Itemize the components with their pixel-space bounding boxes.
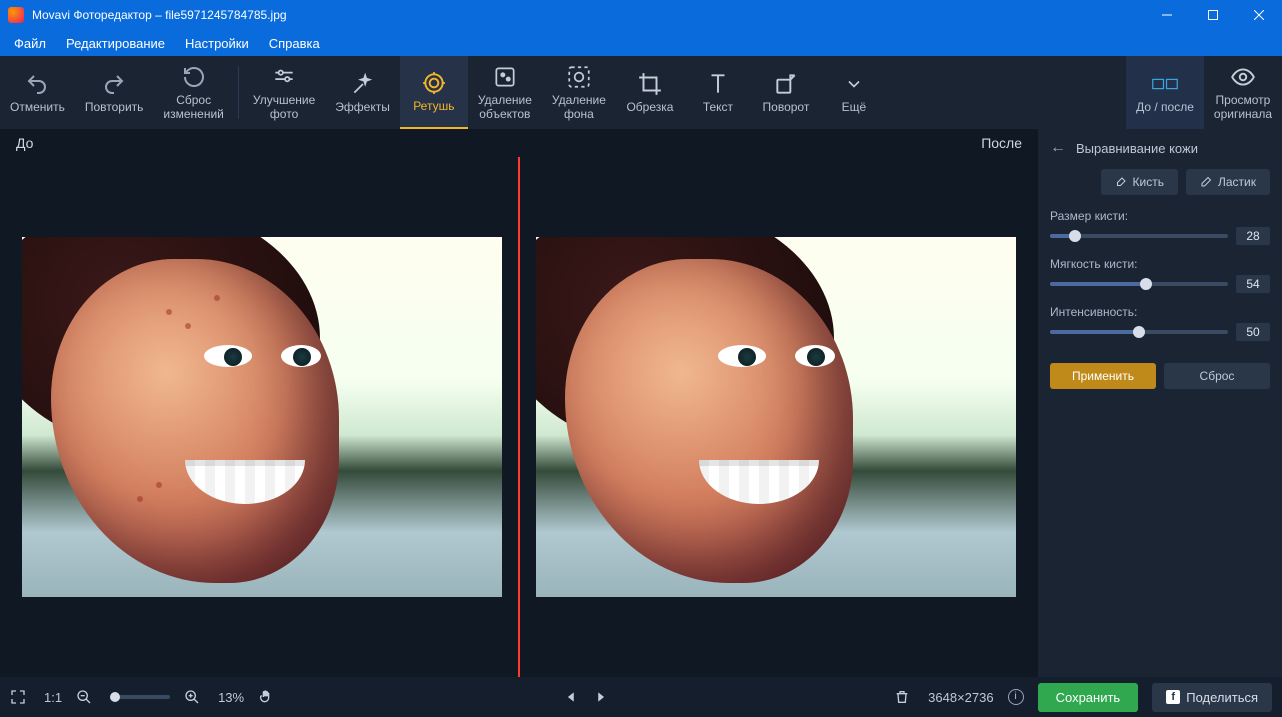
slider-track[interactable] — [1050, 282, 1228, 286]
side-panel: ← Выравнивание кожи Кисть Ластик Размер … — [1038, 129, 1282, 677]
text-icon — [705, 71, 731, 97]
nav-arrows — [565, 690, 607, 704]
chevron-down-icon — [841, 71, 867, 97]
rotate-button[interactable]: Поворот — [752, 56, 820, 129]
maximize-button[interactable] — [1190, 0, 1236, 30]
after-label: После — [981, 135, 1022, 151]
redo-button[interactable]: Повторить — [75, 56, 154, 129]
brush-icon — [1115, 176, 1127, 188]
slider-track[interactable] — [1050, 234, 1228, 238]
before-image — [22, 237, 502, 597]
undo-icon — [24, 71, 50, 97]
effects-button[interactable]: Эффекты — [325, 56, 400, 129]
trash-icon[interactable] — [894, 689, 914, 705]
minimize-button[interactable] — [1144, 0, 1190, 30]
eye-icon — [1230, 64, 1256, 90]
close-button[interactable] — [1236, 0, 1282, 30]
app-icon — [8, 7, 24, 23]
menu-help[interactable]: Справка — [259, 32, 330, 55]
window-controls — [1144, 0, 1282, 30]
bottombar: 1:1 13% 3648×2736 i Сохранить f Поделить… — [0, 677, 1282, 717]
zoom-pct: 13% — [218, 690, 244, 705]
titlebar: Movavi Фоторедактор – file5971245784785.… — [0, 0, 1282, 30]
compare-divider[interactable] — [518, 157, 520, 677]
menu-settings[interactable]: Настройки — [175, 32, 259, 55]
next-arrow-icon[interactable] — [593, 690, 607, 704]
crop-button[interactable]: Обрезка — [616, 56, 684, 129]
crop-icon — [637, 71, 663, 97]
back-arrow-icon[interactable]: ← — [1050, 139, 1066, 157]
toolbar: Отменить Повторить Сброс изменений Улучш… — [0, 56, 1282, 129]
text-button[interactable]: Текст — [684, 56, 752, 129]
undo-button[interactable]: Отменить — [0, 56, 75, 129]
apply-button[interactable]: Применить — [1050, 363, 1156, 389]
slider-value: 54 — [1236, 275, 1270, 293]
remove-objects-button[interactable]: Удаление объектов — [468, 56, 542, 129]
panel-title: Выравнивание кожи — [1076, 141, 1198, 156]
slider-track[interactable] — [1050, 330, 1228, 334]
save-button[interactable]: Сохранить — [1038, 683, 1139, 712]
canvas-body[interactable] — [0, 157, 1038, 677]
info-icon[interactable]: i — [1008, 689, 1024, 705]
menubar: Файл Редактирование Настройки Справка — [0, 30, 1282, 56]
prev-arrow-icon[interactable] — [565, 690, 579, 704]
eraser-icon — [1200, 176, 1212, 188]
slider-value: 50 — [1236, 323, 1270, 341]
before-label: До — [16, 135, 33, 151]
slider-intensity: Интенсивность: 50 — [1050, 305, 1270, 341]
reset-panel-button[interactable]: Сброс — [1164, 363, 1270, 389]
slider-brush-size: Размер кисти: 28 — [1050, 209, 1270, 245]
retouch-icon — [421, 70, 447, 96]
before-after-button[interactable]: До / после — [1126, 56, 1204, 129]
tab-eraser[interactable]: Ластик — [1186, 169, 1270, 195]
remove-bg-button[interactable]: Удаление фона — [542, 56, 616, 129]
canvas-header: До После — [0, 129, 1038, 157]
workspace: До После ← Выравнивание кожи — [0, 129, 1282, 677]
remove-bg-icon — [566, 64, 592, 90]
menu-edit[interactable]: Редактирование — [56, 32, 175, 55]
enhance-icon — [271, 64, 297, 90]
zoom-in-icon[interactable] — [184, 689, 204, 705]
hand-icon[interactable] — [258, 689, 278, 705]
reset-button[interactable]: Сброс изменений — [153, 56, 233, 129]
retouch-button[interactable]: Ретушь — [400, 56, 468, 129]
tab-brush[interactable]: Кисть — [1101, 169, 1178, 195]
zoom-out-icon[interactable] — [76, 689, 96, 705]
window-title: Movavi Фоторедактор – file5971245784785.… — [32, 8, 1144, 22]
canvas-area: До После — [0, 129, 1038, 677]
share-button[interactable]: f Поделиться — [1152, 683, 1272, 712]
menu-file[interactable]: Файл — [4, 32, 56, 55]
reset-icon — [181, 64, 207, 90]
view-original-button[interactable]: Просмотр оригинала — [1204, 56, 1282, 129]
after-image — [536, 237, 1016, 597]
image-dim: 3648×2736 — [928, 690, 993, 705]
slider-value: 28 — [1236, 227, 1270, 245]
fit-label[interactable]: 1:1 — [44, 690, 62, 705]
slider-brush-soft: Мягкость кисти: 54 — [1050, 257, 1270, 293]
remove-objects-icon — [492, 64, 518, 90]
more-button[interactable]: Ещё — [820, 56, 888, 129]
facebook-icon: f — [1166, 690, 1180, 704]
zoom-slider[interactable] — [110, 695, 170, 699]
redo-icon — [101, 71, 127, 97]
fullscreen-icon[interactable] — [10, 689, 30, 705]
separator — [238, 66, 239, 119]
enhance-button[interactable]: Улучшение фото — [243, 56, 325, 129]
effects-icon — [350, 71, 376, 97]
rotate-icon — [773, 71, 799, 97]
before-after-icon — [1152, 71, 1178, 97]
